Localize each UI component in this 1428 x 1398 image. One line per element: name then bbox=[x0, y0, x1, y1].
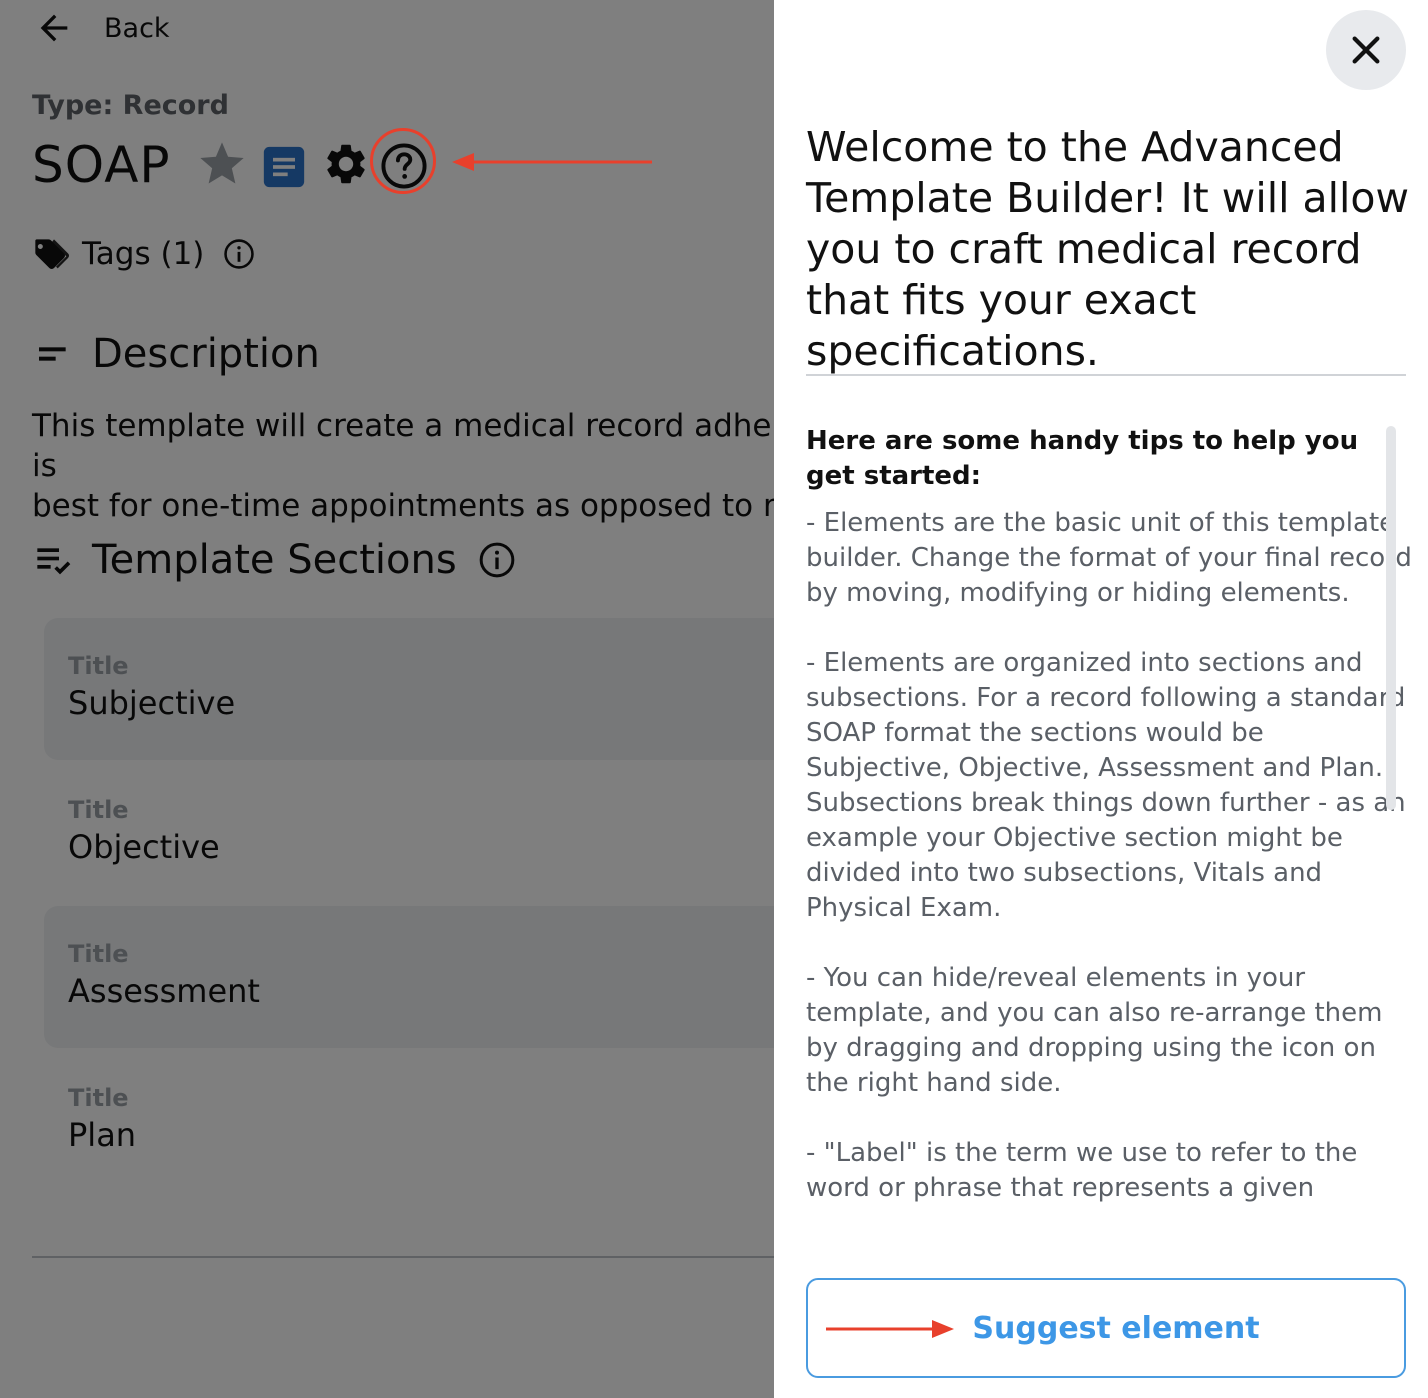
back-label: Back bbox=[104, 12, 170, 44]
annotation-arrow-icon bbox=[452, 153, 652, 171]
section-title-label: Title bbox=[68, 940, 129, 968]
close-icon bbox=[1352, 36, 1380, 64]
divider bbox=[32, 1256, 774, 1258]
description-text: This template will create a medical reco… bbox=[32, 408, 774, 524]
help-drawer: Welcome to the Advanced Template Builder… bbox=[774, 0, 1428, 1398]
star-icon[interactable] bbox=[196, 138, 248, 190]
template-sections-heading: Template Sections bbox=[34, 532, 517, 588]
gear-icon[interactable] bbox=[322, 140, 370, 188]
document-icon[interactable] bbox=[262, 145, 306, 189]
tips-scrollbar[interactable] bbox=[1386, 426, 1396, 810]
section-title-value: Subjective bbox=[68, 684, 236, 722]
tip-item: - You can hide/reveal elements in your t… bbox=[806, 963, 1383, 1098]
description-heading: Description bbox=[34, 326, 320, 382]
section-title-value: Assessment bbox=[68, 972, 260, 1010]
info-icon[interactable] bbox=[477, 540, 517, 580]
template-sections-title: Template Sections bbox=[92, 537, 457, 583]
notes-icon bbox=[39, 347, 66, 361]
tag-icon bbox=[35, 239, 69, 269]
template-title-row: SOAP bbox=[32, 130, 171, 200]
welcome-text: Welcome to the Advanced Template Builder… bbox=[806, 123, 1410, 375]
close-button[interactable] bbox=[1326, 10, 1406, 90]
suggest-element-label: Suggest element bbox=[972, 1310, 1260, 1346]
tags-label: Tags (1) bbox=[82, 236, 205, 272]
section-card-objective[interactable]: Title Objective bbox=[44, 762, 774, 904]
checklist-icon bbox=[37, 548, 71, 575]
template-editor-page: Back Type: Record SOAP Tags (1) Descript… bbox=[0, 0, 774, 1398]
tip-item: - Elements are the basic unit of this te… bbox=[806, 508, 1412, 608]
record-type-label: Type: Record bbox=[32, 90, 229, 121]
description-title: Description bbox=[92, 331, 320, 377]
template-title: SOAP bbox=[32, 136, 171, 194]
section-title-value: Objective bbox=[68, 828, 220, 866]
tip-item: - Elements are organized into sections a… bbox=[806, 648, 1406, 923]
tips-scroll-area[interactable]: Here are some handy tips to help you get… bbox=[806, 424, 1412, 1246]
info-icon[interactable] bbox=[222, 237, 256, 271]
section-card-subjective[interactable]: Title Subjective bbox=[44, 618, 774, 760]
section-card-assessment[interactable]: Title Assessment bbox=[44, 906, 774, 1048]
section-title-value: Plan bbox=[68, 1116, 137, 1154]
section-card-plan[interactable]: Title Plan bbox=[44, 1050, 774, 1192]
section-title-label: Title bbox=[68, 1084, 129, 1112]
divider bbox=[806, 374, 1406, 376]
tip-item: - "Label" is the term we use to refer to… bbox=[806, 1138, 1358, 1203]
arrow-left-icon bbox=[40, 14, 68, 42]
back-button[interactable]: Back bbox=[34, 8, 170, 48]
section-title-label: Title bbox=[68, 652, 129, 680]
tips-heading: Here are some handy tips to help you get… bbox=[806, 426, 1359, 491]
annotation-circle bbox=[370, 128, 436, 194]
annotation-arrow-icon bbox=[826, 1320, 954, 1338]
tags-row[interactable]: Tags (1) bbox=[32, 232, 256, 276]
section-title-label: Title bbox=[68, 796, 129, 824]
